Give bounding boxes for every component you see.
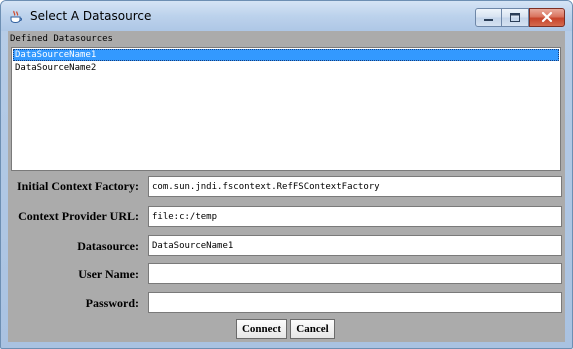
maximize-icon — [510, 13, 520, 22]
window-title: Select A Datasource — [30, 9, 152, 23]
section-label-defined-datasources: Defined Datasources — [10, 34, 113, 44]
minimize-icon — [484, 19, 493, 21]
java-cup-icon — [10, 10, 22, 24]
password-label: Password: — [85, 296, 139, 310]
list-item-datasource-1[interactable]: DataSourceName1 — [13, 49, 559, 61]
close-icon — [541, 11, 553, 23]
user-name-label: User Name: — [78, 267, 139, 281]
title-bar[interactable]: Select A Datasource — [1, 1, 572, 31]
datasource-input[interactable] — [148, 235, 562, 256]
close-button[interactable] — [529, 8, 565, 27]
context-provider-url-label: Context Provider URL: — [18, 209, 139, 223]
dialog-content: Defined Datasources DataSourceName1 Data… — [8, 31, 565, 342]
cancel-button[interactable]: Cancel — [290, 319, 335, 339]
password-input[interactable] — [148, 292, 562, 313]
list-item-datasource-2[interactable]: DataSourceName2 — [13, 62, 559, 74]
initial-context-factory-input[interactable] — [148, 176, 562, 197]
minimize-button[interactable] — [475, 8, 502, 27]
dialog-window: Select A Datasource Defined Datasources … — [0, 0, 573, 349]
connect-button[interactable]: Connect — [236, 319, 287, 339]
user-name-input[interactable] — [148, 263, 562, 284]
maximize-button[interactable] — [502, 8, 529, 27]
initial-context-factory-label: Initial Context Factory: — [17, 179, 139, 193]
context-provider-url-input[interactable] — [148, 206, 562, 227]
datasource-label: Datasource: — [77, 239, 139, 253]
datasource-list[interactable]: DataSourceName1 DataSourceName2 — [11, 47, 561, 171]
